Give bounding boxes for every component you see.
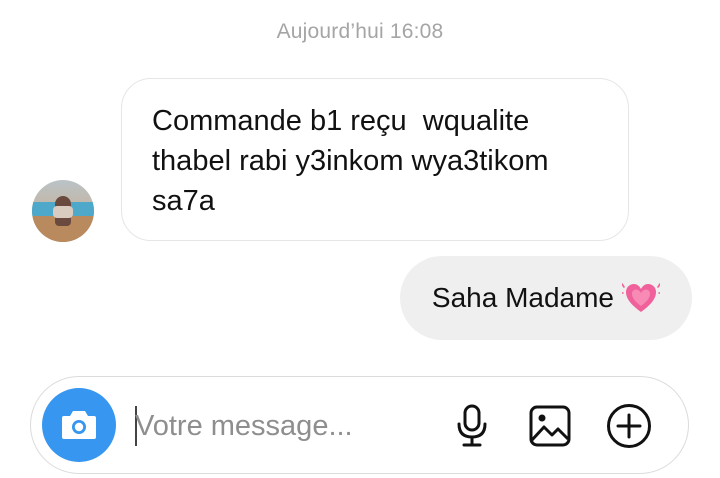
camera-icon	[59, 408, 99, 442]
thread-timestamp: Aujourd’hui 16:08	[276, 20, 444, 43]
growing-heart-icon	[620, 281, 662, 315]
incoming-message-bubble[interactable]: Commande b1 reçu wqualite thabel rabi y3…	[121, 78, 629, 241]
microphone-icon	[455, 404, 489, 448]
microphone-button[interactable]	[447, 401, 497, 451]
plus-circle-icon	[605, 402, 653, 450]
chat-screen: Aujourd’hui 16:08 Commande b1 reçu wqual…	[0, 0, 720, 478]
outgoing-message-bubble[interactable]: Saha Madame	[399, 256, 692, 340]
gallery-button[interactable]	[525, 401, 575, 451]
avatar-shirt	[53, 206, 73, 218]
gallery-icon	[528, 404, 572, 448]
outgoing-message-text: Saha Madame	[431, 282, 614, 313]
message-input[interactable]	[135, 401, 415, 451]
message-composer	[30, 376, 689, 474]
add-button[interactable]	[604, 401, 654, 451]
contact-avatar[interactable]	[32, 180, 94, 242]
camera-button[interactable]	[42, 388, 116, 462]
